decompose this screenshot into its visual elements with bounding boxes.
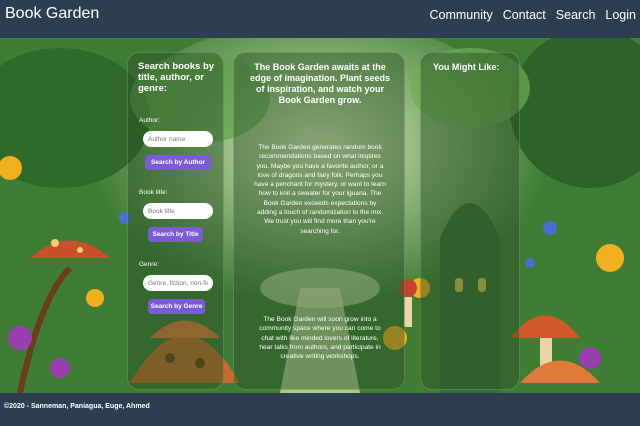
- intro-panel: The Book Garden awaits at the edge of im…: [233, 52, 405, 390]
- genre-input[interactable]: [143, 275, 213, 291]
- nav-link-community[interactable]: Community: [429, 8, 492, 22]
- brand-logo[interactable]: Book Garden: [5, 5, 99, 23]
- nav-link-contact[interactable]: Contact: [503, 8, 546, 22]
- footer-copyright: ©2020 - Sanneman, Paniagua, Euge, Ahmed: [4, 403, 150, 410]
- intro-paragraph-2: The Book Garden will soon grow into a co…: [259, 316, 381, 361]
- search-panel: Search books by title, author, or genre:…: [127, 52, 224, 390]
- suggestions-title: You Might Like:: [433, 62, 500, 72]
- search-panel-title: Search books by title, author, or genre:: [138, 61, 215, 94]
- suggestions-panel: You Might Like:: [420, 52, 520, 390]
- navbar: Book Garden Community Contact Search Log…: [0, 0, 640, 38]
- nav-link-login[interactable]: Login: [605, 8, 636, 22]
- nav-link-search[interactable]: Search: [556, 8, 596, 22]
- author-input[interactable]: [143, 131, 213, 147]
- intro-paragraph-1: The Book Garden generates random book re…: [254, 144, 386, 235]
- search-by-author-button[interactable]: Search by Author: [145, 155, 211, 170]
- search-by-genre-button[interactable]: Search by Genre: [148, 299, 205, 314]
- book-title-input[interactable]: [143, 203, 213, 219]
- book-title-label: Book title:: [139, 189, 168, 196]
- footer: ©2020 - Sanneman, Paniagua, Euge, Ahmed: [0, 393, 640, 426]
- search-by-title-button[interactable]: Search by Title: [148, 227, 203, 242]
- fantasy-garden-background: Search books by title, author, or genre:…: [0, 38, 640, 393]
- author-label: Author:: [139, 117, 160, 124]
- intro-heading: The Book Garden awaits at the edge of im…: [249, 62, 391, 105]
- nav-links: Community Contact Search Login: [429, 8, 636, 22]
- genre-label: Genre:: [139, 261, 159, 268]
